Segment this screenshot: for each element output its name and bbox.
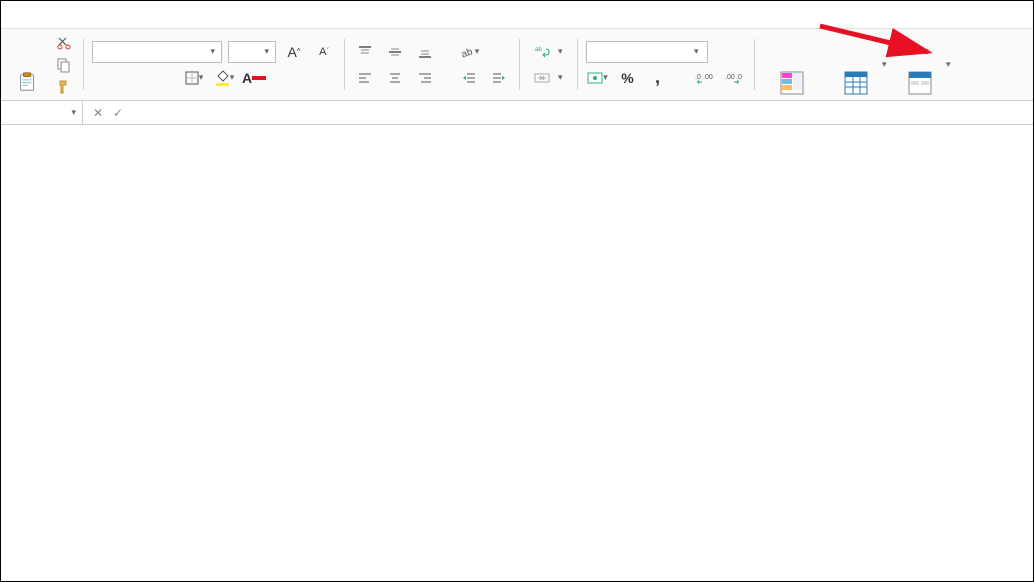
copy-icon [56,57,72,73]
chevron-down-icon: ▾ [71,107,76,118]
group-clipboard [7,33,75,96]
increase-decimal-button[interactable]: .0.00 [692,67,716,89]
svg-text:ab: ab [460,46,475,60]
align-bottom-icon [418,45,432,59]
formula-input[interactable] [141,101,1033,124]
border-icon [185,71,199,85]
align-middle-icon [388,45,402,59]
chevron-down-icon: ▾ [264,46,269,57]
group-styles: ▾ ▾ [763,33,949,96]
ribbon: ▾ ▾ A^ Aˇ ▾ ▾ A ab▾ [1,29,1033,101]
decrease-font-button[interactable]: Aˇ [312,41,336,63]
comma-format-button[interactable]: , [646,67,670,89]
currency-icon [587,71,603,85]
borders-button[interactable]: ▾ [182,67,206,89]
increase-font-button[interactable]: A^ [282,41,306,63]
formula-bar-row: ▾ ✕ ✓ [1,101,1033,125]
number-format-select[interactable]: ▾ [586,41,708,63]
cond-format-icon [779,70,805,96]
indent-icon [492,71,506,85]
fill-color-button[interactable]: ▾ [212,67,236,89]
brush-icon [56,79,72,95]
ribbon-tabs [1,1,1033,29]
font-color-button[interactable]: A [242,67,266,89]
align-top-button[interactable] [353,41,377,63]
inc-decimal-icon: .0.00 [695,71,713,85]
cut-button[interactable] [53,33,75,53]
align-middle-button[interactable] [383,41,407,63]
svg-text:.00: .00 [725,74,735,81]
font-size-select[interactable]: ▾ [228,41,276,63]
svg-text:ab: ab [535,47,542,53]
chevron-down-icon: ▾ [694,46,699,57]
copy-button[interactable] [53,55,75,75]
cancel-formula-button[interactable]: ✕ [89,104,107,122]
dec-decimal-icon: .00.0 [725,71,743,85]
group-alignment: ab▾ [353,33,511,96]
cell-styles-button[interactable]: ▾ [891,34,949,96]
merge-icon [534,70,550,86]
enter-formula-button[interactable]: ✓ [109,104,127,122]
decrease-decimal-button[interactable]: .00.0 [722,67,746,89]
format-as-table-button[interactable]: ▾ [827,34,885,96]
wrap-text-button[interactable]: ab ▾ [528,41,569,63]
group-font: ▾ ▾ A^ Aˇ ▾ ▾ A [92,33,336,96]
svg-text:.0: .0 [736,74,742,81]
scissors-icon [56,35,72,51]
accounting-format-button[interactable]: ▾ [586,67,610,89]
format-table-icon [843,70,869,96]
align-center-icon [388,71,402,85]
group-wrap-merge: ab ▾ ▾ [528,33,569,96]
align-bottom-button[interactable] [413,41,437,63]
font-name-select[interactable]: ▾ [92,41,222,63]
name-box[interactable]: ▾ [1,101,83,124]
align-right-button[interactable] [413,67,437,89]
color-bar-icon [252,76,266,80]
increase-indent-button[interactable] [487,67,511,89]
svg-text:.0: .0 [695,74,701,81]
percent-format-button[interactable]: % [616,67,640,89]
align-right-icon [418,71,432,85]
paste-icon [16,70,38,94]
decrease-indent-button[interactable] [457,67,481,89]
group-number: ▾ ▾ % , .0.00 .00.0 [586,33,746,96]
conditional-formatting-button[interactable] [763,34,821,96]
merge-centre-button[interactable]: ▾ [528,67,569,89]
svg-text:.00: .00 [703,74,713,81]
wrap-text-icon: ab [534,44,550,60]
cell-styles-icon [907,70,933,96]
align-left-button[interactable] [353,67,377,89]
italic-button[interactable] [122,67,146,89]
bold-button[interactable] [92,67,116,89]
bucket-icon [214,70,230,86]
orientation-button[interactable]: ab▾ [457,41,481,63]
align-top-icon [358,45,372,59]
outdent-icon [462,71,476,85]
format-painter-button[interactable] [53,77,75,97]
align-center-button[interactable] [383,67,407,89]
underline-button[interactable] [152,67,176,89]
orientation-icon: ab [459,44,475,60]
paste-button[interactable] [7,34,47,96]
align-left-icon [358,71,372,85]
chevron-down-icon: ▾ [210,46,215,57]
